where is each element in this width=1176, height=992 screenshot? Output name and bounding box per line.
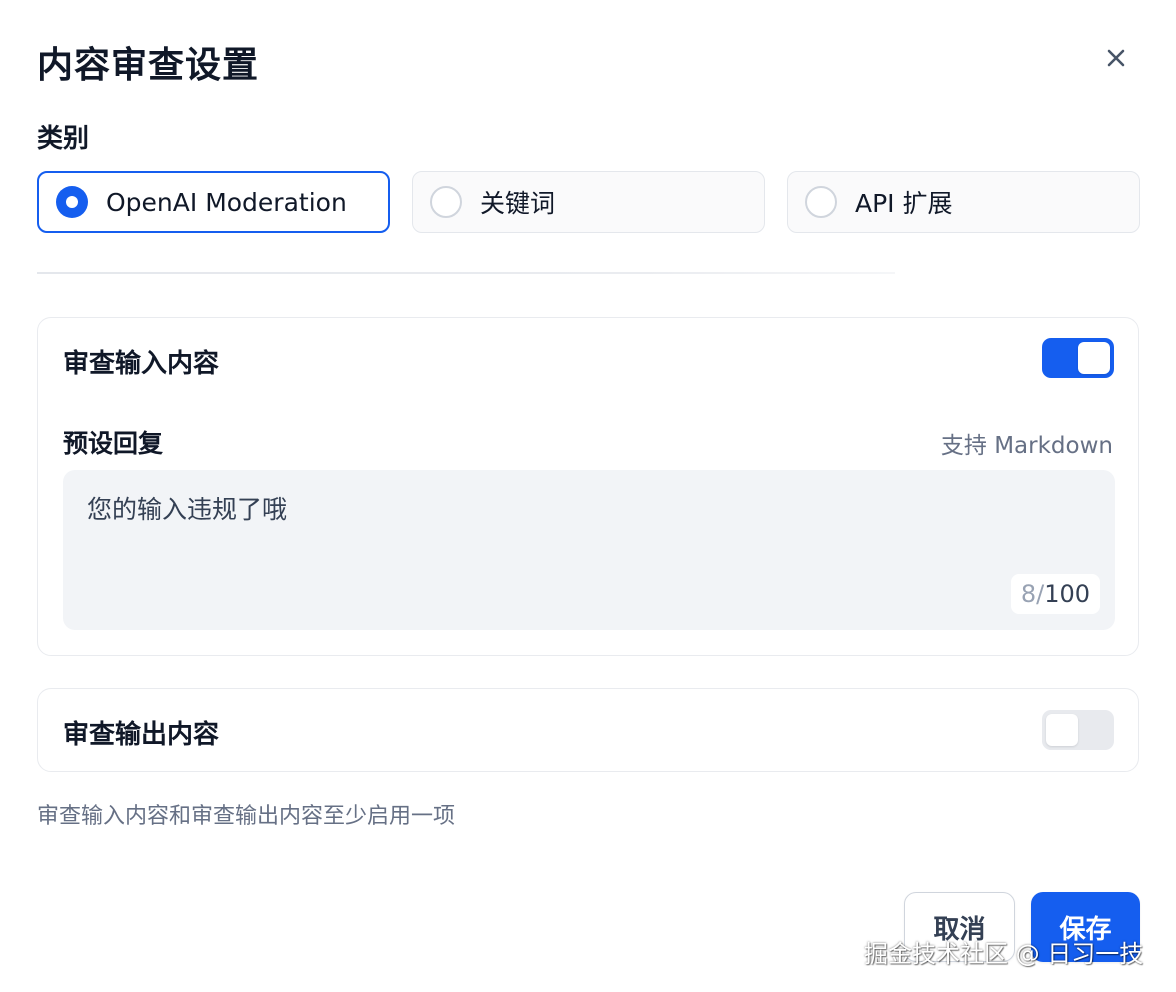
char-count: 8 <box>1020 580 1037 608</box>
toggle-knob <box>1046 714 1078 746</box>
preset-reply-label: 预设回复 <box>63 429 164 458</box>
divider <box>37 272 895 274</box>
category-option-keywords[interactable]: 关键词 <box>412 171 765 233</box>
markdown-support-note: 支持 Markdown <box>940 433 1113 459</box>
watermark: 掘金技术社区 @ 日习一技 <box>864 940 1144 968</box>
input-review-toggle[interactable] <box>1042 338 1114 378</box>
moderation-settings-dialog: 内容审查设置 类别 OpenAI Moderation 关键词 API 扩展 审… <box>0 0 1176 992</box>
category-option-api-extension[interactable]: API 扩展 <box>787 171 1140 233</box>
dialog-title: 内容审查设置 <box>37 45 260 86</box>
radio-checked-icon <box>56 186 88 218</box>
option-label: 关键词 <box>480 189 556 218</box>
preset-reply-textarea[interactable]: 您的输入违规了哦 8/100 <box>63 470 1115 630</box>
output-review-card: 审查输出内容 <box>37 688 1139 772</box>
category-label: 类别 <box>37 124 90 154</box>
preset-reply-value: 您的输入违规了哦 <box>87 495 288 524</box>
radio-unchecked-icon <box>805 186 837 218</box>
category-option-openai[interactable]: OpenAI Moderation <box>37 171 390 233</box>
char-max: 100 <box>1044 580 1090 608</box>
output-review-toggle[interactable] <box>1042 710 1114 750</box>
validation-hint: 审查输入内容和审查输出内容至少启用一项 <box>37 804 456 829</box>
input-review-title: 审查输入内容 <box>63 349 220 379</box>
radio-unchecked-icon <box>430 186 462 218</box>
char-counter: 8/100 <box>1010 574 1100 614</box>
close-button[interactable] <box>1100 42 1132 74</box>
option-label: OpenAI Moderation <box>106 187 347 217</box>
toggle-knob <box>1078 342 1110 374</box>
category-options: OpenAI Moderation 关键词 API 扩展 <box>37 171 1140 233</box>
input-review-card: 审查输入内容 预设回复 支持 Markdown 您的输入违规了哦 8/100 <box>37 317 1139 656</box>
char-separator: / <box>1036 580 1045 608</box>
option-label: API 扩展 <box>855 189 953 218</box>
output-review-title: 审查输出内容 <box>63 720 220 750</box>
close-icon <box>1107 49 1125 67</box>
